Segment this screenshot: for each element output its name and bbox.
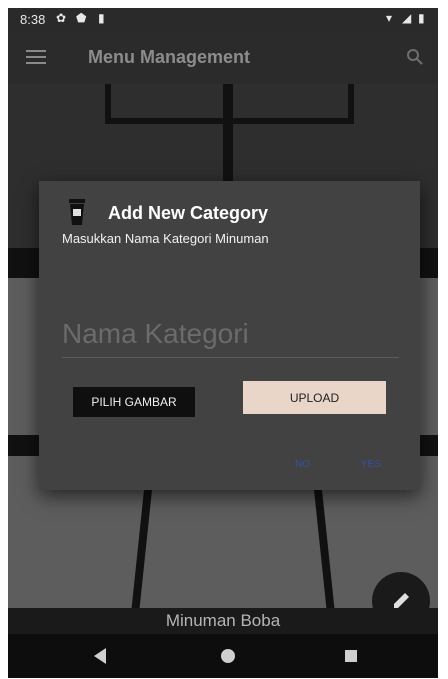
dialog-subtitle: Masukkan Nama Kategori Minuman — [62, 231, 269, 246]
dialog-title: Add New Category — [108, 203, 269, 223]
home-icon[interactable] — [221, 649, 235, 663]
add-category-dialog: Add New Category Masukkan Nama Kategori … — [39, 181, 420, 490]
search-icon[interactable] — [406, 48, 424, 66]
app-bar: Menu Management — [8, 32, 438, 84]
confirm-button[interactable]: YES — [361, 459, 381, 470]
boba-cup-icon — [69, 199, 85, 225]
phone-screen: 8:38 ✿ ⬟ ▮ ▾ ◢ ▮ Menu Management Minuman — [8, 8, 438, 678]
status-bar: 8:38 ✿ ⬟ ▮ ▾ ◢ ▮ — [8, 8, 438, 32]
image-line — [223, 84, 233, 184]
menu-icon[interactable] — [26, 50, 46, 66]
system-nav-bar — [8, 634, 438, 678]
sd-card-icon: ▮ — [98, 11, 105, 25]
signal-icon: ◢ — [402, 11, 412, 25]
battery-icon: ▮ — [418, 11, 425, 25]
category-caption: Minuman Boba — [8, 608, 438, 634]
recents-icon[interactable] — [345, 650, 357, 662]
cancel-button[interactable]: NO — [295, 459, 310, 470]
settings-icon: ✿ — [56, 11, 67, 25]
choose-image-button[interactable]: PILIH GAMBAR — [73, 387, 195, 417]
back-icon[interactable] — [94, 648, 106, 664]
shield-icon: ⬟ — [76, 11, 87, 25]
upload-button[interactable]: UPLOAD — [243, 381, 386, 414]
page-title: Menu Management — [88, 47, 251, 67]
category-name-input[interactable] — [62, 311, 399, 358]
status-time: 8:38 — [20, 12, 46, 27]
wifi-icon: ▾ — [386, 11, 393, 25]
image-line — [105, 118, 354, 124]
